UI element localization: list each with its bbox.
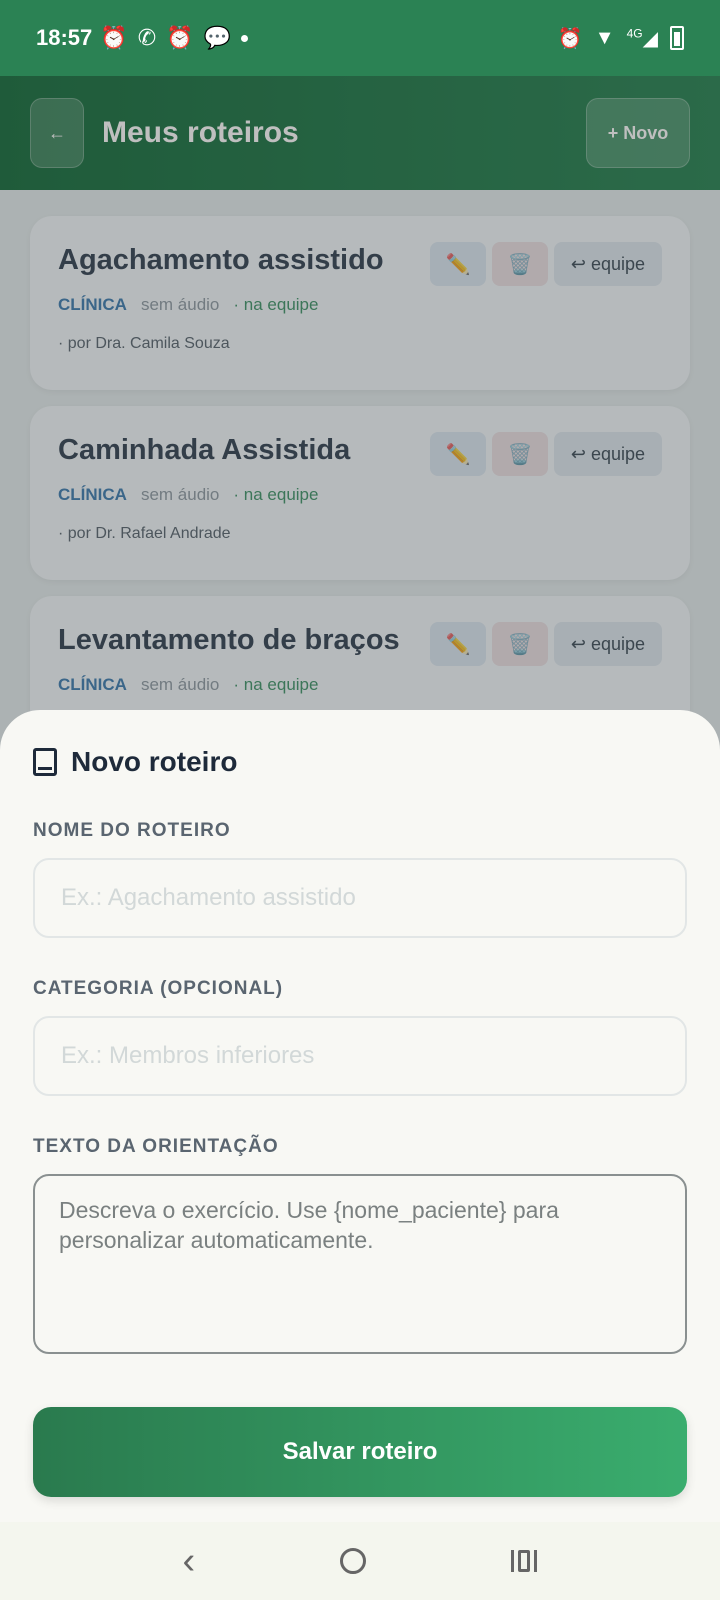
network-type: 4G◢ xyxy=(626,25,658,50)
dot-icon xyxy=(240,34,248,42)
new-script-sheet: Novo roteiro NOME DO ROTEIRO CATEGORIA (… xyxy=(0,710,720,1522)
notification-icons: ⏰ ✆ ⏰ 💬 xyxy=(100,25,248,51)
orientation-textarea[interactable] xyxy=(33,1174,687,1354)
nav-home-icon[interactable] xyxy=(340,1548,367,1574)
nav-recents-icon[interactable] xyxy=(511,1550,538,1572)
status-bar: 18:57 ⏰ ✆ ⏰ 💬 ⏰ ▼ 4G◢ xyxy=(0,0,720,76)
nav-back-icon[interactable]: ‹ xyxy=(183,1540,196,1583)
whatsapp-icon: ✆ xyxy=(137,25,157,50)
alarm-icon: ⏰ xyxy=(100,25,128,50)
alarm-icon: ⏰ xyxy=(557,27,583,50)
header-scrim xyxy=(0,76,720,190)
system-icons: ⏰ ▼ 4G◢ xyxy=(558,26,684,51)
sheet-title: Novo roteiro xyxy=(71,746,238,777)
name-input[interactable] xyxy=(33,858,687,938)
wifi-icon: ▼ xyxy=(594,26,615,49)
chat-icon: 💬 xyxy=(203,25,231,50)
book-icon xyxy=(33,748,57,776)
system-nav-bar: ‹ xyxy=(0,1522,720,1600)
name-label: NOME DO ROTEIRO xyxy=(33,820,231,841)
text-label: TEXTO DA ORIENTAÇÃO xyxy=(33,1136,279,1157)
status-time: 18:57 xyxy=(36,25,93,50)
category-label: CATEGORIA (OPCIONAL) xyxy=(33,978,284,999)
save-script-button[interactable]: Salvar roteiro xyxy=(33,1407,687,1497)
category-input[interactable] xyxy=(33,1016,687,1096)
battery-icon xyxy=(670,26,684,50)
sheet-header: Novo roteiro xyxy=(33,746,687,778)
alarm-icon: ⏰ xyxy=(166,25,194,50)
